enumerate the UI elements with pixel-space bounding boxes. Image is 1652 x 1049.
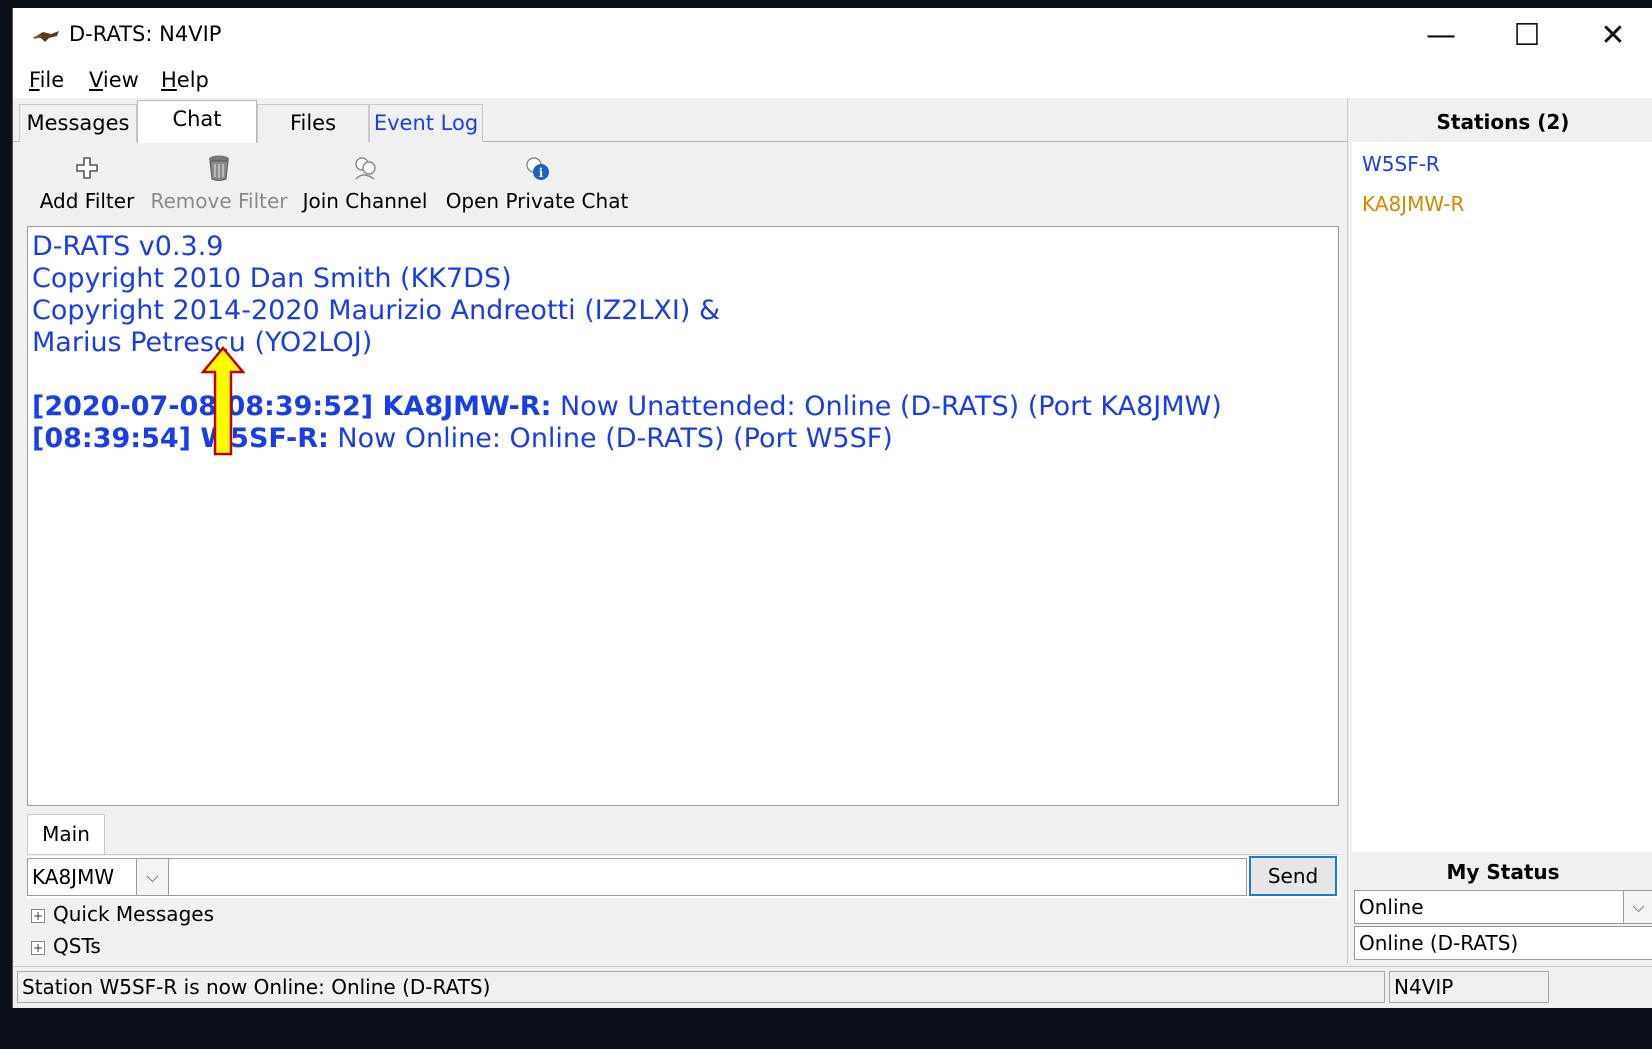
chat-entry-prefix: [2020-07-08 08:39:52] KA8JMW-R: <box>32 391 552 422</box>
station-item[interactable]: W5SF-R <box>1362 152 1440 176</box>
my-status-label: My Status <box>1446 860 1560 884</box>
chat-input-row: KA8JMW ⌵ Send <box>27 856 1339 898</box>
open-private-chat-label: Open Private Chat <box>445 189 629 213</box>
annotation-arrow-icon <box>201 346 245 456</box>
quick-messages-expander[interactable]: + Quick Messages <box>31 902 214 926</box>
banner-line: Copyright 2014-2020 Maurizio Andreotti (… <box>32 295 721 326</box>
chat-entry-prefix: [08:39:54] W5SF-R: <box>32 423 329 454</box>
status-dropdown[interactable]: Online ⌵ <box>1354 890 1652 924</box>
expand-plus-icon[interactable]: + <box>31 941 45 955</box>
chevron-down-icon[interactable]: ⌵ <box>1623 891 1652 923</box>
svg-text:i: i <box>539 166 544 180</box>
station-item[interactable]: KA8JMW-R <box>1362 192 1464 216</box>
remove-filter-button[interactable]: Remove Filter <box>149 153 289 213</box>
title-bar[interactable]: D-RATS: N4VIP — ☐ ✕ <box>13 8 1652 64</box>
message-input[interactable] <box>169 858 1247 896</box>
banner-line: Copyright 2010 Dan Smith (KK7DS) <box>32 263 512 294</box>
chevron-down-icon[interactable]: ⌵ <box>136 859 168 895</box>
status-callsign: N4VIP <box>1389 971 1549 1003</box>
private-chat-icon: i <box>526 157 549 180</box>
desktop: D-RATS: N4VIP — ☐ ✕ File View Help Messa… <box>0 0 1652 1049</box>
tab-event-log[interactable]: Event Log <box>369 104 483 142</box>
chat-toolbar: Add Filter Remove Filter Join Channel i … <box>13 143 1347 225</box>
callsign-dropdown[interactable]: KA8JMW ⌵ <box>27 858 169 896</box>
tab-bar: Messages Chat Files Event Log <box>13 98 1347 143</box>
status-text: Station W5SF-R is now Online: Online (D-… <box>17 971 1385 1003</box>
tab-files[interactable]: Files <box>257 104 369 142</box>
remove-filter-label: Remove Filter <box>150 189 288 213</box>
plus-icon <box>76 157 98 179</box>
app-logo-icon <box>33 31 59 42</box>
stations-list[interactable]: W5SF-R KA8JMW-R <box>1352 142 1652 852</box>
maximize-button[interactable]: ☐ <box>1497 16 1557 56</box>
close-button[interactable]: ✕ <box>1583 16 1643 56</box>
menu-bar: File View Help <box>13 64 1652 98</box>
join-channel-label: Join Channel <box>302 189 428 213</box>
status-message-field[interactable]: Online (D-RATS) <box>1354 926 1652 960</box>
tab-chat[interactable]: Chat <box>137 100 257 143</box>
callsign-value: KA8JMW <box>32 865 115 889</box>
chat-entry-text: Now Unattended: Online (D-RATS) (Port KA… <box>551 391 1222 422</box>
chat-log[interactable]: D-RATS v0.3.9 Copyright 2010 Dan Smith (… <box>27 226 1339 806</box>
window-title: D-RATS: N4VIP <box>69 22 222 46</box>
minimize-button[interactable]: — <box>1411 16 1471 56</box>
status-bar: Station W5SF-R is now Online: Online (D-… <box>13 966 1652 1008</box>
channel-tab-main[interactable]: Main <box>27 814 105 854</box>
add-filter-label: Add Filter <box>39 189 135 213</box>
menu-help[interactable]: Help <box>161 68 209 92</box>
join-channel-button[interactable]: Join Channel <box>299 153 431 213</box>
banner-line: D-RATS v0.3.9 <box>32 231 224 262</box>
menu-view[interactable]: View <box>89 68 139 92</box>
menu-file[interactable]: File <box>29 68 64 92</box>
trash-can-icon <box>209 155 229 181</box>
add-filter-button[interactable]: Add Filter <box>37 153 137 213</box>
quick-messages-label: Quick Messages <box>53 902 214 926</box>
chat-entry-text: Now Online: Online (D-RATS) (Port W5SF) <box>328 423 893 454</box>
expand-plus-icon[interactable]: + <box>31 909 45 923</box>
drats-window: D-RATS: N4VIP — ☐ ✕ File View Help Messa… <box>12 8 1652 1008</box>
divider <box>27 854 1339 855</box>
status-value: Online <box>1359 895 1424 919</box>
tab-messages[interactable]: Messages <box>19 104 137 142</box>
qsts-label: QSTs <box>53 934 101 958</box>
users-icon <box>355 157 376 180</box>
open-private-chat-button[interactable]: i Open Private Chat <box>445 153 629 213</box>
main-pane: Messages Chat Files Event Log Add Filter <box>13 98 1347 964</box>
stations-pane: Stations (2) W5SF-R KA8JMW-R My Status O… <box>1347 98 1652 964</box>
send-button[interactable]: Send <box>1249 856 1337 896</box>
stations-header[interactable]: Stations (2) <box>1352 102 1652 142</box>
qsts-expander[interactable]: + QSTs <box>31 934 101 958</box>
